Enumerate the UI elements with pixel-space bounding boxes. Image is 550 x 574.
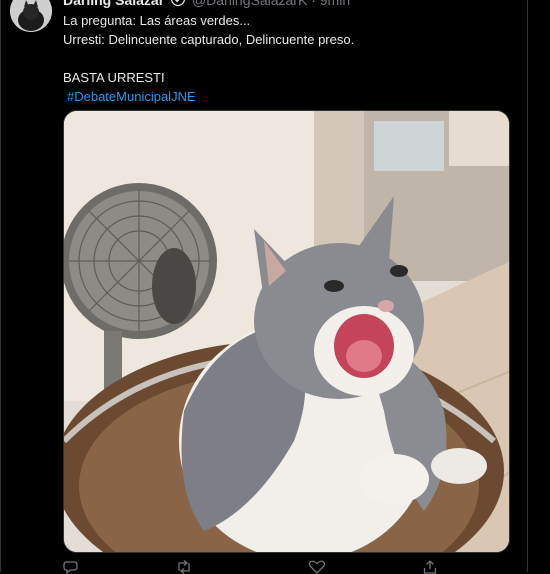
tweet-line [63, 49, 503, 68]
tweet-container[interactable]: Darling Salazar @DarlingSalazarK · 9min … [0, 0, 550, 574]
timestamp[interactable]: 9min [320, 0, 350, 8]
time-separator: · [311, 0, 316, 8]
timeline-border-right [527, 0, 528, 572]
tweet-text: La pregunta: Las áreas verdes... Urresti… [63, 11, 503, 106]
more-options-button[interactable]: ··· [492, 0, 512, 5]
avatar[interactable] [10, 0, 52, 32]
tweet-header: Darling Salazar @DarlingSalazarK · 9min [63, 0, 350, 8]
tweet-line: La pregunta: Las áreas verdes... [63, 13, 251, 28]
hashtag-link[interactable]: #DebateMunicipalJNE [63, 89, 196, 104]
cat-photo [64, 111, 509, 552]
author-handle[interactable]: @DarlingSalazarK [192, 0, 307, 8]
tweet-line: Urresti: Delincuente capturado, Delincue… [63, 32, 355, 47]
author-name[interactable]: Darling Salazar [63, 0, 164, 8]
timeline-border-left [0, 0, 1, 572]
verified-badge-icon [171, 0, 186, 9]
tweet-line: BASTA URRESTI [63, 70, 165, 85]
tweet-image[interactable] [63, 110, 510, 553]
